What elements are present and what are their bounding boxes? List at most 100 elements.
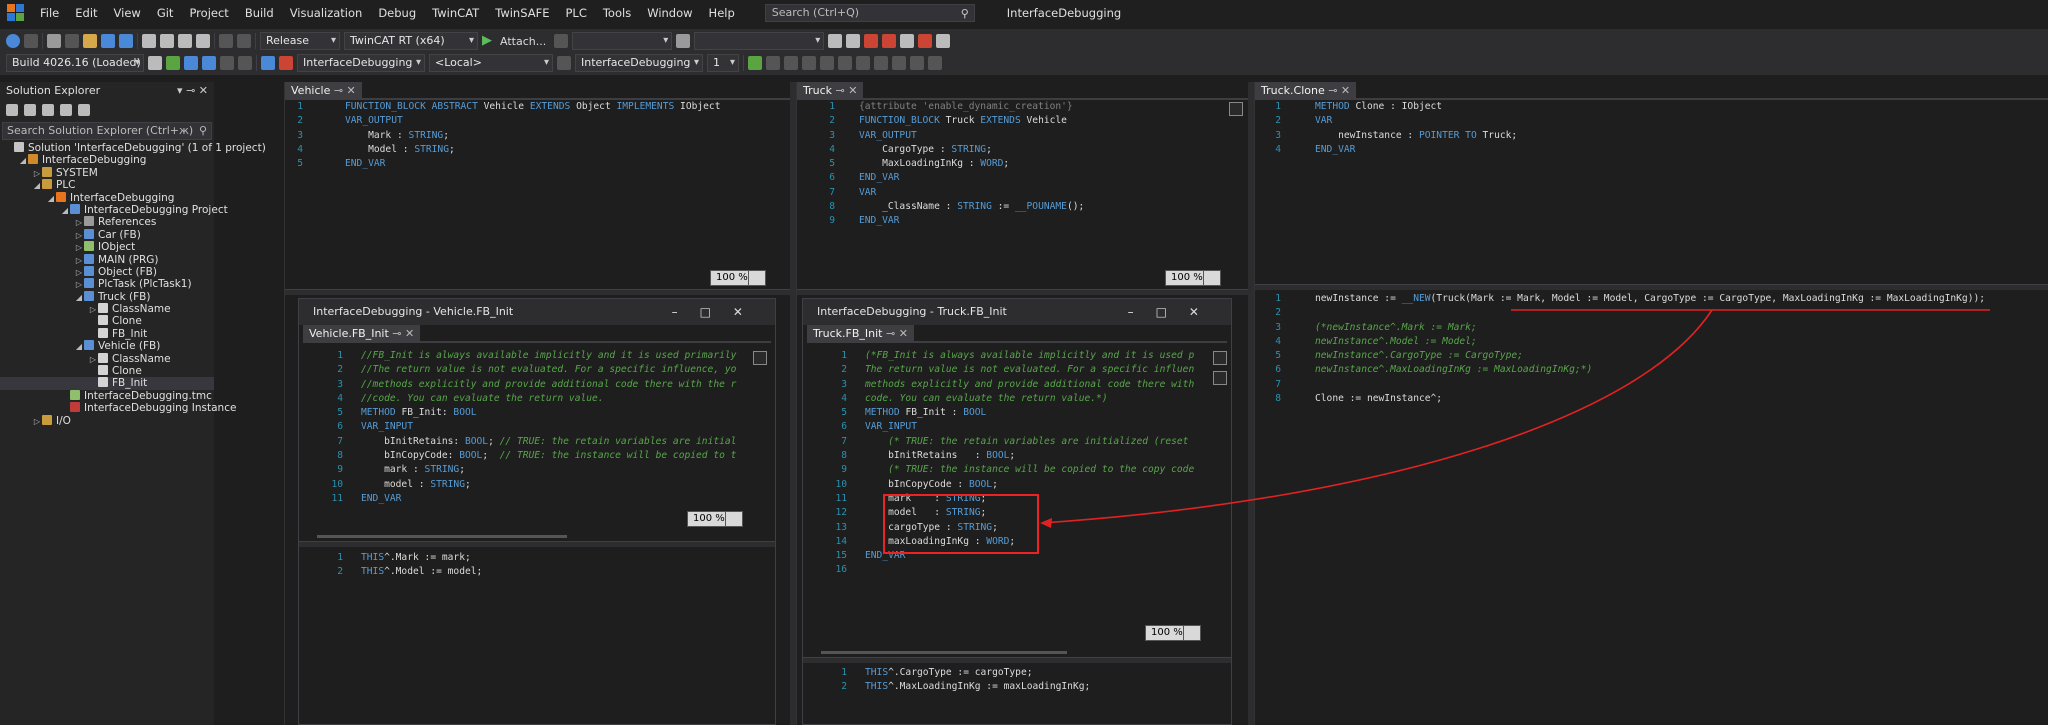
- plc-icon-3[interactable]: [202, 56, 216, 70]
- code-line[interactable]: Mark : STRING;: [345, 129, 720, 143]
- save-icon[interactable]: [101, 34, 115, 48]
- code-line[interactable]: VAR_INPUT: [361, 420, 749, 434]
- navigate-back-icon[interactable]: [6, 34, 20, 48]
- tree-item[interactable]: FB_Init: [0, 377, 214, 390]
- code-line[interactable]: VAR_OUTPUT: [345, 114, 720, 128]
- restart-run-icon[interactable]: [882, 34, 897, 48]
- login-plc-icon[interactable]: [748, 56, 762, 70]
- code-line[interactable]: VAR: [1315, 114, 1517, 128]
- delete-icon[interactable]: [196, 34, 210, 48]
- start-plc-icon[interactable]: [766, 56, 780, 70]
- code-line[interactable]: [1315, 306, 1985, 320]
- home-icon[interactable]: [6, 104, 18, 116]
- tree-item[interactable]: ▷ SYSTEM: [0, 166, 214, 179]
- tree-item[interactable]: ▷ References: [0, 216, 214, 228]
- save-all-icon[interactable]: [119, 34, 133, 48]
- project-select[interactable]: InterfaceDebugging: [297, 54, 425, 72]
- cut-icon[interactable]: [142, 34, 156, 48]
- window-controls-icon[interactable]: –□✕: [672, 299, 765, 325]
- tree-item[interactable]: ▷ I/O: [0, 414, 214, 428]
- code-line[interactable]: bInitRetains : BOOL;: [865, 449, 1211, 463]
- code-line[interactable]: (*FB_Init is always available implicitly…: [865, 349, 1211, 363]
- code-line[interactable]: (* TRUE: the retain variables are initia…: [865, 435, 1211, 449]
- code-line[interactable]: (* TRUE: the instance will be copied to …: [865, 463, 1211, 477]
- reset-plc-icon[interactable]: [802, 56, 816, 70]
- wrench-icon[interactable]: [846, 34, 861, 48]
- code-line[interactable]: Clone := newInstance^;: [1315, 392, 1985, 406]
- stop-plc-icon[interactable]: [784, 56, 798, 70]
- tab-truck[interactable]: Truck ⊸ ✕: [797, 82, 864, 99]
- code-line[interactable]: newInstance^.MaxLoadingInKg := MaxLoadin…: [1315, 363, 1985, 377]
- toolbar-extra-icon[interactable]: [936, 34, 951, 48]
- zoom-icon[interactable]: [748, 270, 766, 286]
- step-into-icon[interactable]: [856, 56, 870, 70]
- tab-truck-fbinit[interactable]: Truck.FB_Init ⊸ ✕: [807, 325, 914, 342]
- vehicle-fbinit-implementation-code[interactable]: THIS^.Mark := mark; THIS^.Model := model;: [361, 551, 482, 580]
- code-line[interactable]: VAR: [859, 186, 1084, 200]
- tree-item[interactable]: ◢ InterfaceDebugging: [0, 191, 214, 204]
- vehicle-fbinit-splitter[interactable]: [299, 541, 775, 547]
- attach-dropdown-icon[interactable]: [554, 34, 569, 48]
- menu-debug[interactable]: Debug: [370, 0, 424, 26]
- empty-select-1[interactable]: [572, 32, 673, 50]
- code-line[interactable]: bInitRetains: BOOL; // TRUE: the retain …: [361, 435, 749, 449]
- toolbar-dropdown-icon[interactable]: [148, 56, 162, 70]
- code-line[interactable]: METHOD FB_Init : BOOL: [865, 406, 1211, 420]
- empty-select-2[interactable]: [694, 32, 825, 50]
- code-line[interactable]: //methods explicitly and provide additio…: [361, 378, 749, 392]
- write-values-icon[interactable]: [892, 56, 906, 70]
- code-line[interactable]: newInstance^.CargoType := CargoType;: [1315, 349, 1985, 363]
- truck-fbinit-splitter[interactable]: [803, 657, 1231, 663]
- tab-vehicle-fbinit[interactable]: Vehicle.FB_Init ⊸ ✕: [303, 325, 421, 342]
- horizontal-scrollbar[interactable]: [821, 651, 1067, 654]
- zoom-icon[interactable]: [1203, 270, 1221, 286]
- collapse-all-icon[interactable]: [42, 104, 54, 116]
- tree-item[interactable]: InterfaceDebugging.tmc: [0, 389, 214, 402]
- force-values-icon[interactable]: [910, 56, 924, 70]
- logout-icon[interactable]: [279, 56, 293, 70]
- code-line[interactable]: newInstance := __NEW(Truck(Mark := Mark,…: [1315, 292, 1985, 306]
- target-icon[interactable]: [918, 34, 933, 48]
- code-line[interactable]: //code. You can evaluate the return valu…: [361, 392, 749, 406]
- code-line[interactable]: newInstance : POINTER TO Truck;: [1315, 129, 1517, 143]
- zoom-icon[interactable]: [1183, 625, 1201, 641]
- code-line[interactable]: CargoType : STRING;: [859, 143, 1084, 157]
- configuration-select[interactable]: Release: [260, 32, 340, 50]
- menu-build[interactable]: Build: [237, 0, 282, 26]
- solution-search-input[interactable]: Search Solution Explorer (Ctrl+ж) ⚲: [2, 122, 212, 140]
- tree-item[interactable]: ◢ PLC: [0, 179, 214, 191]
- window-title-bar[interactable]: InterfaceDebugging - Vehicle.FB_Init –□✕: [299, 299, 775, 325]
- code-line[interactable]: METHOD FB_Init: BOOL: [361, 406, 749, 420]
- login-icon[interactable]: [261, 56, 275, 70]
- code-line[interactable]: THIS^.CargoType := cargoType;: [865, 666, 1090, 680]
- task-select[interactable]: 1: [707, 54, 739, 72]
- menu-project[interactable]: Project: [181, 0, 236, 26]
- menu-twinsafe[interactable]: TwinSAFE: [487, 0, 557, 26]
- horizontal-scrollbar[interactable]: [317, 535, 567, 538]
- code-line[interactable]: Model : STRING;: [345, 143, 720, 157]
- code-line[interactable]: //The return value is not evaluated. For…: [361, 363, 749, 377]
- code-line[interactable]: THIS^.Mark := mark;: [361, 551, 482, 565]
- truck-fbinit-implementation-code[interactable]: THIS^.CargoType := cargoType; THIS^.MaxLo…: [865, 666, 1090, 695]
- code-line[interactable]: END_VAR: [859, 171, 1084, 185]
- tree-item[interactable]: ◢ Vehicle (FB): [0, 340, 214, 352]
- code-line[interactable]: (*newInstance^.Mark := Mark;: [1315, 321, 1985, 335]
- menu-file[interactable]: File: [32, 0, 67, 26]
- code-line[interactable]: The return value is not evaluated. For a…: [865, 363, 1211, 377]
- plc-icon-1[interactable]: [166, 56, 180, 70]
- platform-select[interactable]: TwinCAT RT (x64): [344, 32, 478, 50]
- window-controls-icon[interactable]: –□✕: [1128, 299, 1221, 325]
- zoom-icon[interactable]: [725, 511, 743, 527]
- vehicle-splitter[interactable]: [285, 289, 791, 295]
- truck-splitter[interactable]: [797, 289, 1249, 295]
- code-line[interactable]: [1315, 378, 1985, 392]
- expand-arrow-icon[interactable]: ▷: [32, 416, 42, 428]
- step-over-icon[interactable]: [838, 56, 852, 70]
- tree-item[interactable]: ▷ IObject: [0, 241, 214, 253]
- tree-item[interactable]: ▷ Car (FB): [0, 228, 214, 241]
- menu-twincat[interactable]: TwinCAT: [424, 0, 487, 26]
- start-icon[interactable]: ▶: [482, 34, 496, 48]
- truck-declaration-code[interactable]: {attribute 'enable_dynamic_creation'} FUN…: [859, 100, 1084, 229]
- tree-item[interactable]: ▷ PlcTask (PlcTask1): [0, 278, 214, 290]
- menu-edit[interactable]: Edit: [67, 0, 105, 26]
